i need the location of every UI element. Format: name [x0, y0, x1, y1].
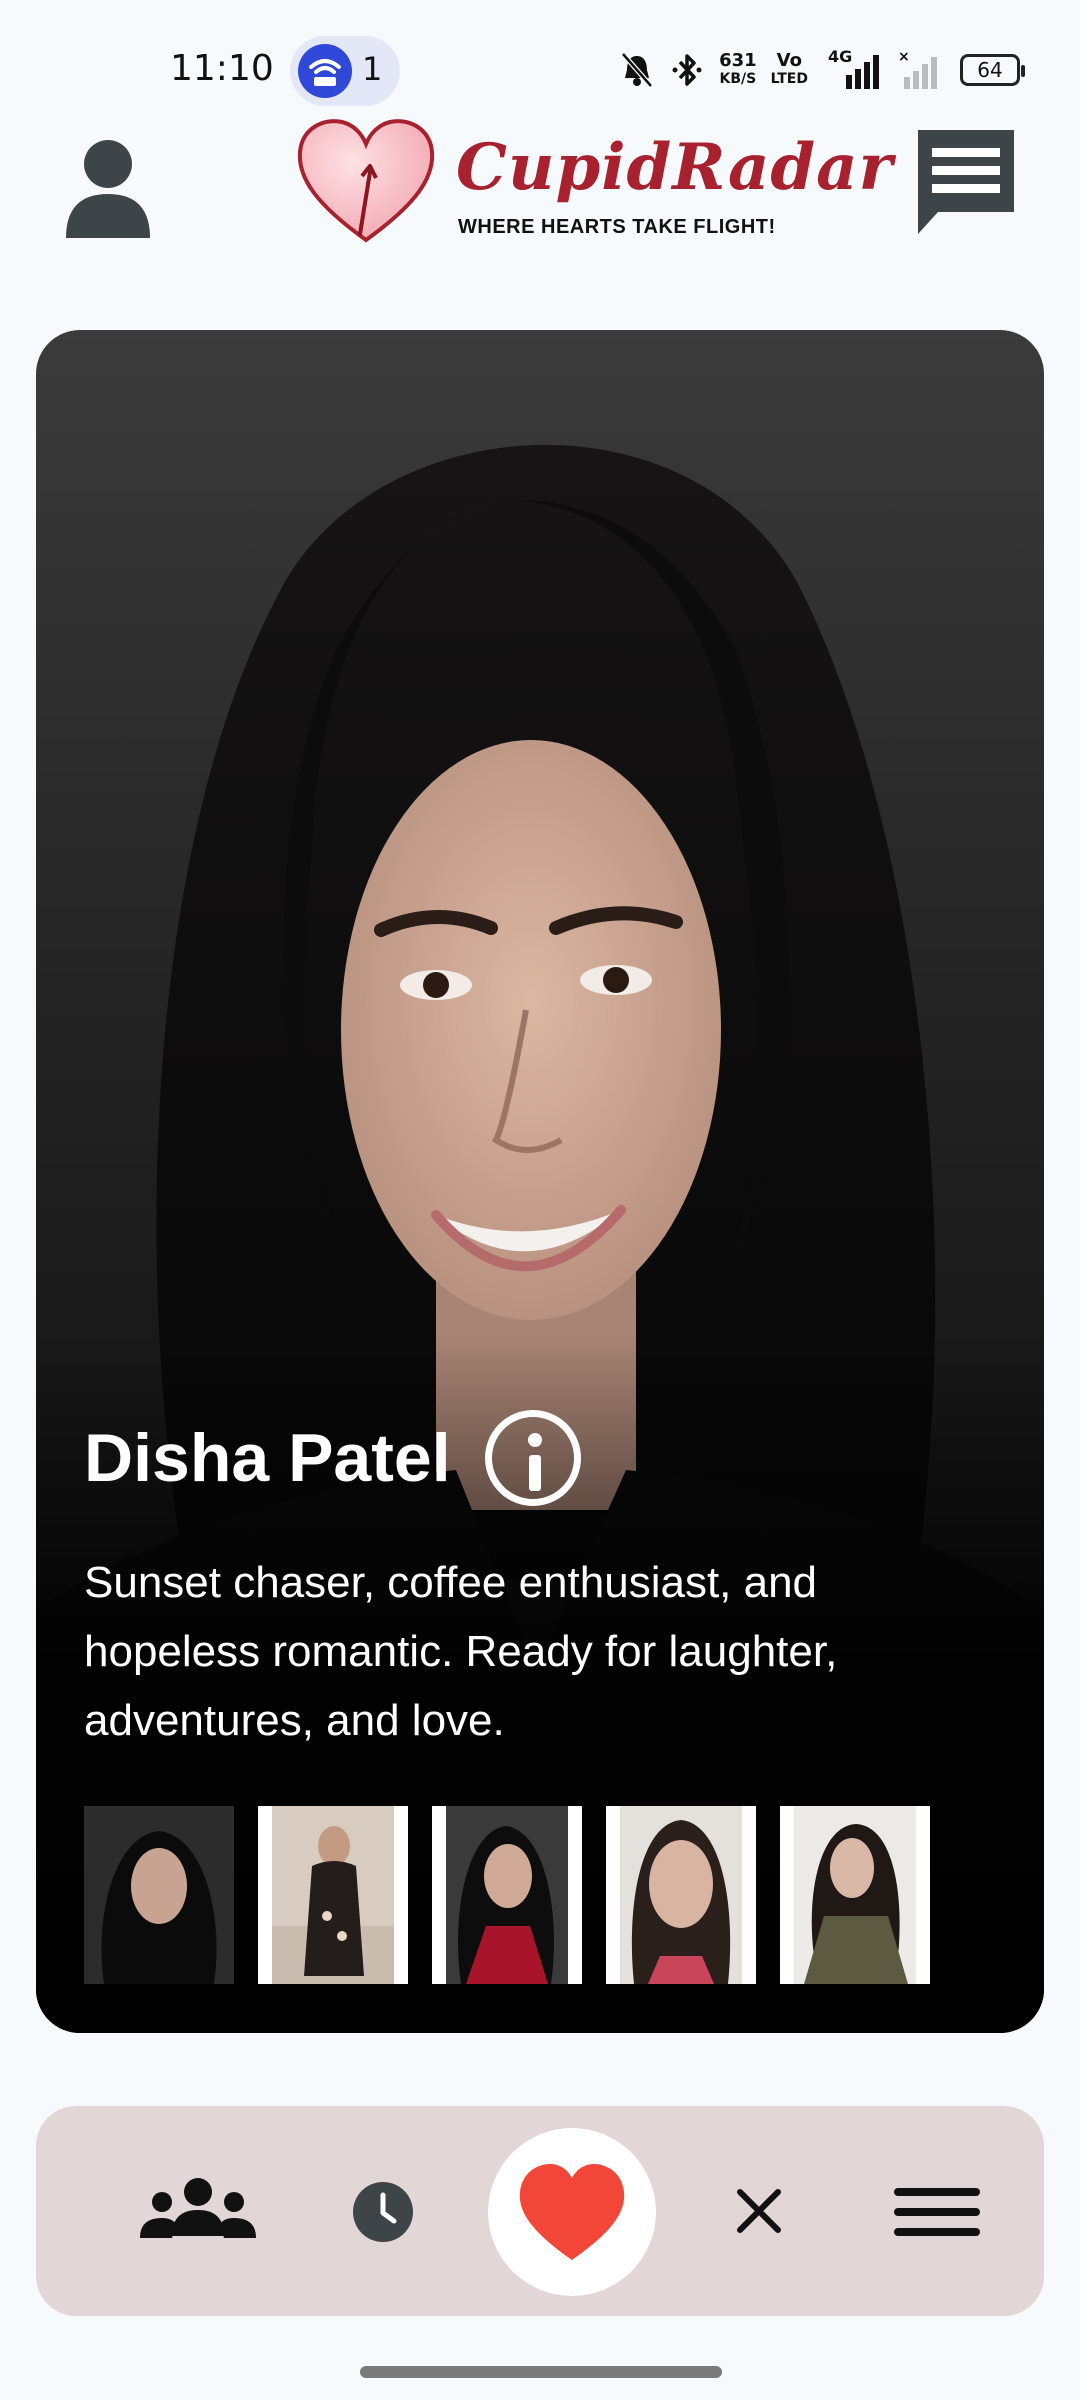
people-button[interactable] — [136, 2176, 260, 2246]
screen: 11:10 1 631 KB/S Vo LTED 4G × 64 CupidRa… — [0, 0, 1080, 2400]
thumbnail-image — [84, 1806, 234, 1984]
photo-thumbnails — [84, 1806, 930, 1984]
menu-button[interactable] — [892, 2186, 982, 2238]
hotspot-count: 1 — [362, 50, 383, 88]
signal-icon — [846, 55, 879, 89]
thumbnail-image — [446, 1806, 568, 1984]
battery-icon: 64 — [960, 54, 1025, 86]
photo-thumbnail-5[interactable] — [780, 1806, 930, 1984]
menu-icon — [894, 2188, 980, 2236]
profile-icon — [66, 140, 150, 238]
history-button[interactable] — [352, 2181, 414, 2243]
info-icon[interactable] — [484, 1410, 581, 1506]
wifi-hotspot-icon — [298, 44, 352, 98]
heart-icon — [519, 2164, 625, 2260]
name-row: Disha Patel — [84, 1410, 581, 1506]
network-type: 4G — [822, 47, 882, 91]
chat-button[interactable] — [912, 124, 1020, 234]
heart-logo-icon — [297, 119, 435, 243]
signal-weak-icon: × — [898, 49, 937, 89]
like-button[interactable] — [488, 2128, 656, 2296]
profile-name: Disha Patel — [84, 1420, 451, 1496]
net-speed-value: 631 — [719, 50, 757, 71]
people-icon — [140, 2178, 256, 2238]
app-tagline: WHERE HEARTS TAKE FLIGHT! — [458, 216, 776, 238]
status-icons: 631 KB/S Vo LTED 4G × 64 — [619, 44, 1025, 96]
app-header: CupidRadar WHERE HEARTS TAKE FLIGHT! — [0, 110, 1080, 290]
volte-indicator: Vo LTED — [771, 52, 808, 88]
clock-icon — [353, 2182, 413, 2242]
bottom-nav — [36, 2106, 1044, 2316]
thumbnail-image — [794, 1806, 916, 1984]
photo-thumbnail-3[interactable] — [432, 1806, 582, 1984]
net-speed-unit: KB/S — [719, 71, 757, 87]
volte-top: Vo — [776, 50, 802, 71]
pass-button[interactable] — [732, 2184, 786, 2238]
mute-bell-icon — [621, 52, 653, 88]
photo-thumbnail-2[interactable] — [258, 1806, 408, 1984]
photo-thumbnail-4[interactable] — [606, 1806, 756, 1984]
status-bar: 11:10 1 631 KB/S Vo LTED 4G × 64 — [0, 0, 1080, 110]
chat-icon — [918, 130, 1014, 234]
volte-bottom: LTED — [770, 71, 808, 87]
home-indicator[interactable] — [360, 2366, 722, 2378]
svg-text:×: × — [898, 49, 910, 65]
thumbnail-image — [272, 1806, 394, 1984]
app-logo: CupidRadar WHERE HEARTS TAKE FLIGHT! — [296, 116, 892, 246]
app-name: CupidRadar — [456, 130, 894, 205]
net-speed: 631 KB/S — [719, 52, 757, 88]
profile-card[interactable]: Disha Patel Sunset chaser, coffee enthus… — [36, 330, 1044, 2033]
close-icon — [737, 2189, 781, 2233]
status-time: 11:10 — [170, 48, 274, 89]
photo-thumbnail-1[interactable] — [84, 1806, 234, 1984]
profile-bio: Sunset chaser, coffee enthusiast, and ho… — [84, 1558, 838, 1745]
hotspot-indicator[interactable]: 1 — [290, 36, 400, 106]
profile-button[interactable] — [60, 130, 160, 240]
thumbnail-image — [620, 1806, 742, 1984]
bluetooth-icon — [672, 54, 702, 86]
